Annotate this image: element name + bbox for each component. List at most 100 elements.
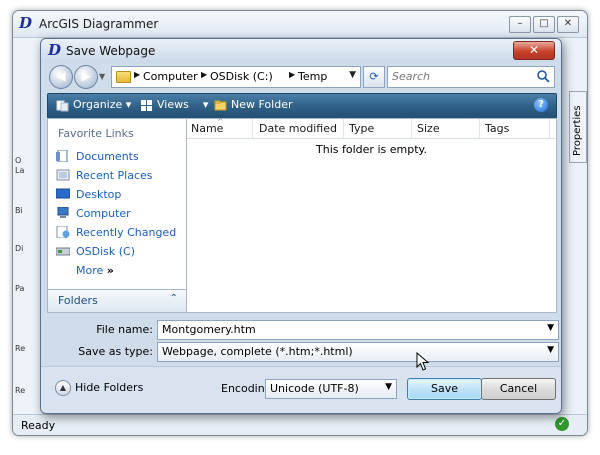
status-ok-icon: ✓ [555,417,569,431]
chevron-down-icon: ▼ [385,382,392,392]
empty-folder-message: This folder is empty. [316,143,427,156]
file-name-input[interactable]: Montgomery.htm ▼ [157,320,559,340]
address-dropdown-icon[interactable]: ▼ [349,70,356,80]
breadcrumb-arrow-icon[interactable]: ▶ [289,70,295,79]
side-label: Di [15,244,24,253]
save-as-type-select[interactable]: Webpage, complete (*.htm;*.html) ▼ [157,342,559,362]
file-name-value: Montgomery.htm [162,323,256,336]
documents-icon [56,150,68,162]
address-bar[interactable]: ▶ Computer ▶ OSDisk (C:) ▶ Temp ▼ [111,66,361,88]
column-separator[interactable] [411,119,412,138]
breadcrumb-arrow-icon[interactable]: ▶ [201,70,207,79]
breadcrumb-osdisk[interactable]: OSDisk (C:) [210,70,273,83]
search-icon[interactable] [536,69,550,83]
new-folder-button[interactable]: New Folder [231,98,292,111]
command-toolbar: Organize ▾ Views ▾ New Folder ? [47,93,557,119]
hide-folders-label: Hide Folders [75,381,144,394]
column-separator[interactable] [479,119,480,138]
dialog-title: Save Webpage [66,44,156,58]
cancel-button[interactable]: Cancel [481,378,556,400]
dialog-logo-icon: D [48,41,62,59]
file-list[interactable]: Name ^ Date modified Type Size Tags This… [186,117,557,313]
column-separator[interactable] [252,119,253,138]
column-separator[interactable] [549,119,550,138]
computer-icon [57,207,69,218]
navigation-pane: Favorite Links Documents Recent Places D… [47,118,187,312]
recent-pages-dropdown[interactable]: ▼ [99,72,105,81]
file-name-label: File name: [96,323,153,336]
column-type[interactable]: Type [349,122,374,135]
breadcrumb-temp[interactable]: Temp [298,70,327,83]
chevron-down-icon[interactable]: ▼ [547,323,554,333]
save-button[interactable]: Save [407,378,482,400]
organize-label: Organize [73,98,123,111]
views-button[interactable]: Views ▾ [157,98,208,111]
fav-link-label: Recently Changed [76,226,177,239]
chevron-down-icon[interactable]: ▼ [547,345,554,355]
save-webpage-dialog: D Save Webpage ✕ ◀ ▶ ▼ ▶ Computer ▶ OSDi… [40,38,562,414]
disk-icon [56,247,70,256]
app-title: ArcGIS Diagrammer [39,17,159,31]
fav-link-label: More » [76,264,114,277]
favorite-links-header: Favorite Links [58,127,134,140]
forward-button[interactable]: ▶ [74,65,98,89]
save-form: File name: Montgomery.htm ▼ Save as type… [47,316,559,362]
more-label: More [76,264,104,277]
properties-tab-label: Properties [572,105,583,156]
side-label: Pa [15,284,25,293]
app-close-button[interactable]: ✕ [557,16,579,33]
column-date-modified[interactable]: Date modified [259,122,337,135]
search-placeholder: Search [392,70,431,83]
fav-link-label: Desktop [76,188,122,201]
side-label: Re [15,344,26,353]
fav-link-label: Documents [76,150,139,163]
status-bar: Ready ✓ [13,414,587,435]
column-headers: Name ^ Date modified Type Size Tags [187,117,556,139]
folders-toggle[interactable]: Folders ⌃ [47,289,187,313]
help-icon[interactable]: ? [534,98,548,112]
encoding-value: Unicode (UTF-8) [270,382,359,395]
folder-icon [116,71,131,83]
status-text: Ready [21,419,56,432]
mouse-cursor-icon [416,352,430,371]
refresh-button[interactable]: ⟳ [363,66,385,88]
desktop-icon [56,188,70,199]
folders-label: Folders [58,294,98,307]
fav-link-label: Recent Places [76,169,153,182]
minimize-button[interactable]: – [509,16,531,33]
fav-link-label: OSDisk (C) [76,245,136,258]
views-label: Views [157,98,189,111]
views-icon [141,100,152,111]
save-as-type-label: Save as type: [78,345,153,358]
column-separator[interactable] [343,119,344,138]
more-chevron-icon: » [106,264,114,277]
maximize-button[interactable]: □ [533,16,555,33]
breadcrumb-computer[interactable]: Computer [143,70,198,83]
side-label: Re [15,386,26,395]
back-button[interactable]: ◀ [49,65,73,89]
app-logo-icon: D [19,14,33,32]
search-input[interactable]: Search [387,66,555,88]
recent-places-icon [56,169,70,181]
breadcrumb-arrow-icon[interactable]: ▶ [134,70,140,79]
column-size[interactable]: Size [417,122,440,135]
side-label: O [15,156,22,165]
sort-arrow-icon: ^ [217,117,224,126]
new-folder-icon [214,100,227,111]
dialog-footer: ▲ Hide Folders Encoding: Unicode (UTF-8)… [41,366,561,413]
recently-changed-icon [56,226,70,238]
properties-tab[interactable]: Properties [569,91,587,163]
save-as-type-value: Webpage, complete (*.htm;*.html) [162,345,353,358]
dialog-close-button[interactable]: ✕ [513,41,555,60]
fav-link-label: Computer [76,207,131,220]
side-label: Bi [15,206,23,215]
app-titlebar: D ArcGIS Diagrammer – □ ✕ [13,11,587,38]
dialog-titlebar: D Save Webpage ✕ [41,39,561,63]
encoding-select[interactable]: Unicode (UTF-8) ▼ [265,379,397,399]
chevron-up-icon: ▲ [55,380,71,396]
organize-icon [56,100,69,112]
chevron-up-icon: ⌃ [169,293,178,304]
side-label: La [15,166,25,175]
column-tags[interactable]: Tags [485,122,509,135]
organize-button[interactable]: Organize ▾ [73,98,131,111]
